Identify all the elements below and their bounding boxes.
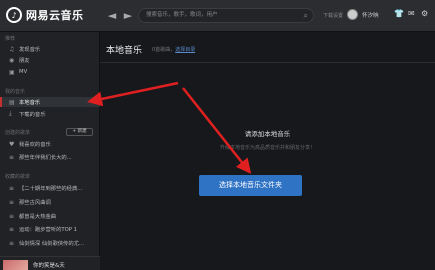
sidebar-item-playlist[interactable]: ≡ 那些古风曲调	[0, 197, 100, 207]
playlist-icon: ≡	[9, 239, 15, 247]
top-bar: ♪ 网易云音乐 ◄ ► 搜索音乐，歌手，歌词，用户 ⌕ 下载设置 怀汐晌 👕 ✉…	[0, 0, 435, 32]
sidebar-item-label: 都曾是大热金曲	[19, 214, 57, 220]
new-playlist-button[interactable]: + 新建	[66, 128, 93, 136]
add-local-music-prompt: 请添加本地音乐	[244, 130, 291, 138]
sidebar-item-friends[interactable]: ◉ 朋友	[0, 55, 100, 65]
search-icon[interactable]: ⌕	[304, 9, 308, 22]
mv-icon: ▣	[9, 68, 15, 76]
sidebar-item-label: 那些年伴我们长大的...	[19, 155, 72, 161]
download-settings-label[interactable]: 下载设置	[323, 12, 343, 19]
netease-logo-icon: ♪	[6, 7, 22, 23]
song-count: 0首歌曲，选择目录	[152, 46, 195, 53]
upgrade-hint: 升级本地音乐为高品质音乐并和朋友分享！	[219, 145, 315, 151]
mail-icon[interactable]: ✉	[408, 9, 415, 18]
heart-icon: ♥	[9, 140, 15, 148]
main-panel: 本地音乐 0首歌曲，选择目录 请添加本地音乐 升级本地音乐为高品质音乐并和朋友分…	[100, 32, 435, 270]
sidebar-item-label: 【二十期年到那些的经典...	[19, 186, 83, 192]
song-count-text: 0首歌曲，	[152, 47, 176, 53]
shirt-icon[interactable]: 👕	[394, 9, 404, 18]
sidebar-item-downloads[interactable]: ⤓ 下载的音乐	[0, 109, 100, 119]
sidebar-item-label: 下载的音乐	[19, 112, 46, 118]
section-collected-playlists: 收藏的歌单	[5, 174, 31, 180]
sidebar-item-playlist[interactable]: ≡ 都曾是大热金曲	[0, 211, 100, 221]
music-note-icon: ♫	[9, 45, 15, 53]
playlist-icon: ≡	[9, 212, 15, 220]
app-logo[interactable]: ♪ 网易云音乐	[6, 7, 84, 23]
avatar[interactable]	[347, 9, 358, 20]
section-recommend: 推荐	[5, 36, 16, 42]
search-placeholder: 搜索音乐，歌手，歌词，用户	[146, 12, 218, 18]
sidebar-item-label: 仙剑情深 仙剑歌侠传的尤...	[19, 241, 85, 247]
sidebar-item-label: 朋友	[19, 58, 30, 64]
friends-icon: ◉	[9, 56, 15, 64]
album-cover[interactable]	[3, 260, 28, 270]
playlist-icon: ≡	[9, 184, 15, 192]
section-my-music: 我的音乐	[5, 89, 26, 95]
choose-directory-link[interactable]: 选择目录	[175, 47, 195, 53]
forward-arrow-icon[interactable]: ►	[120, 8, 136, 24]
sidebar: 推荐 ♫ 发现音乐 ◉ 朋友 ▣ MV 我的音乐 ▤ 本地音乐 ⤓ 下载的音乐 …	[0, 32, 100, 270]
sidebar-item-playlist[interactable]: ≡ 运动：跑步营听的TOP 1	[0, 224, 100, 234]
playlist-icon: ≡	[9, 198, 15, 206]
sidebar-item-discover[interactable]: ♫ 发现音乐	[0, 44, 100, 54]
sidebar-item-playlist[interactable]: ≡ 那些年伴我们长大的...	[0, 152, 100, 162]
sidebar-item-label: 运动：跑步营听的TOP 1	[19, 227, 78, 233]
playlist-icon: ≡	[9, 153, 15, 161]
sidebar-item-playlist[interactable]: ≡ 【二十期年到那些的经典...	[0, 183, 100, 193]
playlist-icon: ≡	[9, 225, 15, 233]
sidebar-item-label: 发现音乐	[19, 47, 41, 53]
username[interactable]: 怀汐晌	[362, 11, 379, 19]
gear-icon[interactable]: ⚙	[421, 9, 428, 18]
sidebar-item-label: 本地音乐	[19, 100, 41, 106]
page-title: 本地音乐	[106, 46, 143, 56]
section-created-playlists: 创建的歌单	[5, 130, 31, 136]
sidebar-item-playlist[interactable]: ≡ 仙剑情深 仙剑歌侠传的尤...	[0, 238, 100, 248]
search-input[interactable]: 搜索音乐，歌手，歌词，用户 ⌕	[138, 8, 314, 23]
back-arrow-icon[interactable]: ◄	[104, 8, 120, 24]
sidebar-item-local-music[interactable]: ▤ 本地音乐	[0, 97, 100, 107]
choose-local-folder-button[interactable]: 选择本地音乐文件夹	[199, 175, 302, 196]
now-playing-title: 你的笑是&天	[33, 263, 65, 269]
local-music-icon: ▤	[9, 98, 15, 106]
sidebar-item-label: MV	[19, 69, 28, 75]
sidebar-item-label: 我喜欢的音乐	[19, 142, 51, 148]
sidebar-item-mv[interactable]: ▣ MV	[0, 67, 100, 77]
divider	[100, 62, 435, 63]
download-icon: ⤓	[9, 110, 12, 117]
app-name: 网易云音乐	[26, 9, 84, 22]
now-playing-bar[interactable]: 你的笑是&天	[0, 256, 100, 270]
sidebar-item-label: 那些古风曲调	[19, 200, 51, 206]
sidebar-item-liked[interactable]: ♥ 我喜欢的音乐	[0, 139, 100, 149]
